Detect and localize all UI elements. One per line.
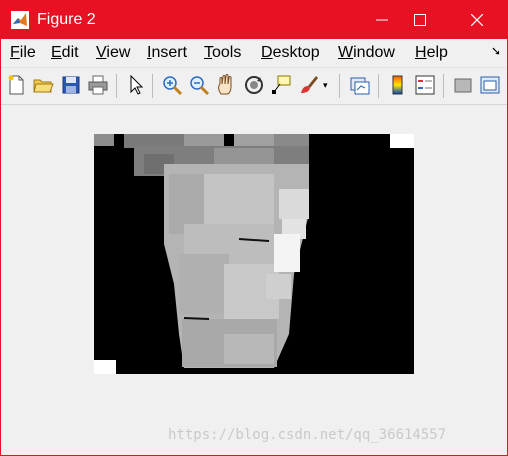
depth-image[interactable] xyxy=(94,134,414,374)
toolbar-separator xyxy=(443,74,444,98)
menu-dock-arrow-icon[interactable]: ➘ xyxy=(491,44,501,58)
legend-icon[interactable] xyxy=(414,74,436,96)
matlab-logo-icon xyxy=(11,11,29,29)
maximize-button[interactable] xyxy=(395,1,445,39)
minimize-icon xyxy=(376,19,388,21)
brush-dropdown-icon[interactable]: ▾ xyxy=(323,74,333,96)
show-plot-tools-icon[interactable] xyxy=(479,74,501,96)
title-bar[interactable]: Figure 2 xyxy=(1,1,507,39)
toolbar-separator xyxy=(339,74,340,98)
open-file-icon[interactable] xyxy=(32,74,54,96)
brush-icon[interactable] xyxy=(298,74,320,96)
zoom-in-icon[interactable] xyxy=(161,74,183,96)
new-figure-icon[interactable] xyxy=(5,74,27,96)
menu-desktop[interactable]: Desktop xyxy=(261,44,320,62)
save-icon[interactable] xyxy=(60,74,82,96)
figure-window: Figure 2 File Edit View Insert Tools Des… xyxy=(0,0,508,456)
zoom-out-icon[interactable] xyxy=(188,74,210,96)
print-icon[interactable] xyxy=(87,74,109,96)
rotate-3d-icon[interactable] xyxy=(243,74,265,96)
pointer-icon[interactable] xyxy=(125,74,147,96)
menu-label: ile xyxy=(19,44,36,61)
menu-insert[interactable]: Insert xyxy=(147,44,187,62)
window-title: Figure 2 xyxy=(37,11,96,28)
menu-edit[interactable]: Edit xyxy=(51,44,79,62)
pan-hand-icon[interactable] xyxy=(215,74,237,96)
maximize-icon xyxy=(414,14,426,26)
colorbar-icon[interactable] xyxy=(387,74,409,96)
menu-help[interactable]: Help xyxy=(415,44,448,62)
menu-file[interactable]: File xyxy=(10,44,36,62)
menu-tools[interactable]: Tools xyxy=(204,44,241,62)
data-cursor-icon[interactable] xyxy=(270,74,292,96)
menu-view[interactable]: View xyxy=(96,44,130,62)
hide-plot-tools-icon[interactable] xyxy=(452,74,474,96)
link-plot-icon[interactable] xyxy=(349,74,371,96)
menu-bar: File Edit View Insert Tools Desktop Wind… xyxy=(1,39,507,67)
menu-window[interactable]: Window xyxy=(338,44,395,62)
toolbar-separator xyxy=(116,74,117,98)
toolbar-separator xyxy=(152,74,153,98)
toolbar-separator xyxy=(378,74,379,98)
close-icon xyxy=(471,14,483,26)
figure-toolbar: ▾ xyxy=(1,67,507,105)
watermark-text: https://blog.csdn.net/qq_36614557 xyxy=(168,427,447,443)
close-button[interactable] xyxy=(452,1,502,39)
